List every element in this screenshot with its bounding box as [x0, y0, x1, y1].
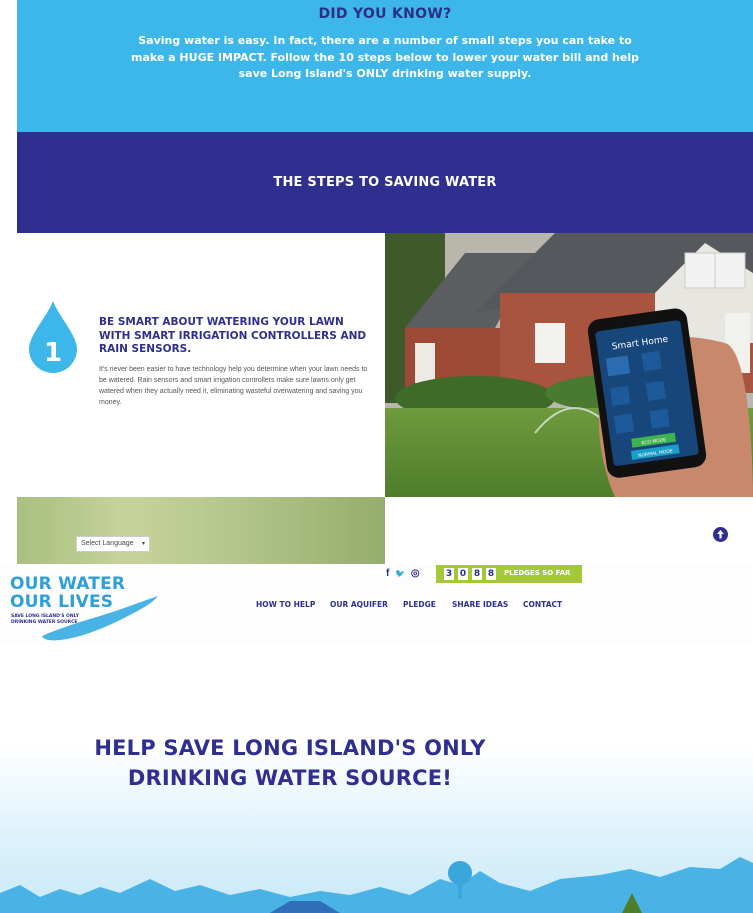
nav-pledge[interactable]: PLEDGE	[403, 600, 436, 609]
instagram-icon[interactable]: ◎	[411, 568, 420, 579]
chevron-down-icon: ▾	[141, 541, 145, 547]
nav-contact[interactable]: CONTACT	[523, 600, 562, 609]
site-logo[interactable]: OUR WATER OUR LIVES SAVE LONG ISLAND'S O…	[10, 574, 160, 641]
language-select-label: Select Language	[81, 540, 134, 547]
scroll-top-button[interactable]	[713, 527, 728, 542]
did-you-know-text: Saving water is easy. In fact, there are…	[130, 34, 639, 80]
language-select[interactable]: Select Language ▾	[76, 536, 150, 552]
logo-line-1: OUR WATER	[10, 574, 126, 594]
pledge-digit: 8	[486, 568, 496, 580]
logo-tagline: SAVE LONG ISLAND'S ONLY DRINKING WATER S…	[11, 614, 80, 625]
facebook-icon[interactable]: f	[386, 568, 389, 579]
arrow-up-icon	[717, 530, 724, 539]
nav-how-to-help[interactable]: HOW TO HELP	[256, 600, 315, 609]
did-you-know-section: DID YOU KNOW? Saving water is easy. In f…	[17, 0, 753, 132]
step-number: 1	[44, 338, 62, 368]
nav-share-ideas[interactable]: SHARE IDEAS	[452, 600, 508, 609]
pledge-digit: 8	[472, 568, 482, 580]
pledge-digit: 0	[458, 568, 468, 580]
skyline-illustration	[0, 857, 753, 913]
site-header: OUR WATER OUR LIVES SAVE LONG ISLAND'S O…	[0, 564, 753, 644]
hero-section: HELP SAVE LONG ISLAND'S ONLY DRINKING WA…	[0, 644, 753, 913]
steps-banner: THE STEPS TO SAVING WATER	[17, 132, 753, 233]
did-you-know-title: DID YOU KNOW?	[318, 6, 452, 22]
steps-banner-title: THE STEPS TO SAVING WATER	[273, 175, 497, 190]
pledge-digit: 3	[444, 568, 454, 580]
logo-line-2: OUR LIVES	[10, 592, 114, 612]
social-links: f 🐦 ◎	[386, 568, 423, 579]
nav-our-aquifer[interactable]: OUR AQUIFER	[330, 600, 388, 609]
step-1-card: 1 BE SMART ABOUT WATERING YOUR LAWN WITH…	[17, 233, 385, 497]
grass-photo-strip: Select Language ▾	[17, 497, 385, 564]
hero-title: HELP SAVE LONG ISLAND'S ONLY DRINKING WA…	[94, 736, 486, 790]
pledge-counter[interactable]: 3 0 8 8 PLEDGES SO FAR	[436, 565, 582, 583]
pledge-label: PLEDGES SO FAR	[504, 569, 571, 577]
step-1-title: BE SMART ABOUT WATERING YOUR LAWN WITH S…	[99, 316, 367, 355]
smart-home-lawn-photo: Smart Home ECO MODE NORMAL MODE	[385, 233, 753, 497]
water-drop-icon: 1	[29, 301, 77, 373]
step-1-body: It's never been easier to have technolog…	[99, 366, 368, 406]
twitter-icon[interactable]: 🐦	[395, 569, 405, 578]
